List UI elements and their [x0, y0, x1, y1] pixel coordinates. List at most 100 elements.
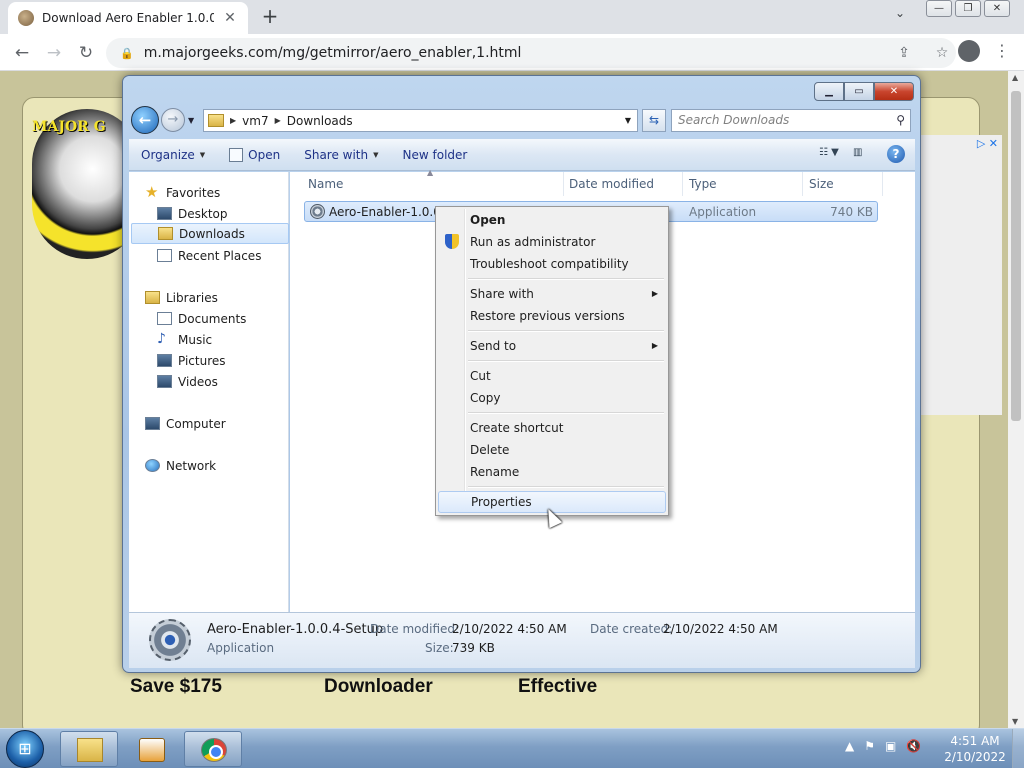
- address-bar[interactable]: 🔒 m.majorgeeks.com/mg/getmirror/aero_ena…: [106, 38, 956, 68]
- network-tray-icon[interactable]: ▣: [885, 739, 896, 753]
- scrollbar-thumb[interactable]: [1011, 91, 1021, 421]
- ad-choices-icon[interactable]: ▷ ✕: [977, 137, 998, 150]
- taskbar-chrome-button[interactable]: [184, 731, 242, 767]
- reload-icon[interactable]: ↻: [74, 41, 98, 65]
- tab-close-icon[interactable]: ✕: [222, 10, 238, 26]
- file-type: Application: [689, 205, 757, 219]
- share-with-button[interactable]: Share with ▼: [304, 148, 378, 162]
- nav-label: Libraries: [166, 290, 218, 305]
- menu-item-open[interactable]: Open: [438, 209, 666, 231]
- address-dropdown-icon[interactable]: ▼: [619, 116, 637, 125]
- details-file-type: Application: [207, 641, 275, 655]
- column-header-name[interactable]: Name: [302, 172, 564, 196]
- preview-pane-icon[interactable]: ▥: [853, 147, 875, 161]
- explorer-search-input[interactable]: Search Downloads ⚲: [671, 109, 911, 132]
- breadcrumb-separator-icon[interactable]: ▶: [275, 116, 281, 125]
- volume-muted-icon[interactable]: 🔇: [906, 739, 921, 753]
- scroll-down-icon[interactable]: ▼: [1012, 717, 1018, 726]
- details-pane: Aero-Enabler-1.0.0.4-Setup Application D…: [129, 612, 915, 668]
- taskbar-explorer-button[interactable]: [60, 731, 118, 767]
- column-header-date-modified[interactable]: Date modified: [563, 172, 683, 196]
- open-icon: [229, 147, 244, 162]
- show-hidden-icons-icon[interactable]: ▲: [845, 739, 854, 753]
- nav-label: Documents: [178, 311, 247, 326]
- breadcrumb-vm7[interactable]: vm7: [242, 114, 268, 128]
- minimize-button[interactable]: —: [926, 0, 952, 17]
- setup-file-large-icon: [149, 619, 191, 661]
- explorer-back-icon[interactable]: ←: [131, 106, 159, 134]
- menu-item-delete[interactable]: Delete: [438, 439, 666, 461]
- open-button[interactable]: Open: [229, 147, 280, 162]
- window-controls: — ❐ ✕: [926, 0, 1010, 17]
- promo-text[interactable]: Save $175: [130, 676, 222, 698]
- profile-avatar-icon[interactable]: [958, 40, 980, 62]
- show-desktop-button[interactable]: [1012, 729, 1024, 768]
- url-text[interactable]: m.majorgeeks.com/mg/getmirror/aero_enabl…: [144, 45, 880, 61]
- forward-arrow-icon[interactable]: →: [42, 41, 66, 65]
- explorer-folder-icon: [77, 738, 103, 762]
- chevron-down-icon: ▼: [199, 150, 206, 159]
- menu-separator: [468, 360, 664, 362]
- menu-item-send-to[interactable]: Send to ▶: [438, 335, 666, 357]
- lock-icon[interactable]: 🔒: [120, 47, 134, 60]
- share-icon[interactable]: ⇪: [890, 45, 918, 61]
- new-tab-button[interactable]: +: [258, 5, 282, 29]
- menu-item-label: Send to: [470, 339, 517, 353]
- menu-item-restore-previous-versions[interactable]: Restore previous versions: [438, 305, 666, 327]
- folder-icon: [208, 114, 224, 127]
- chevron-down-icon: ▼: [373, 150, 379, 159]
- tab-search-icon[interactable]: ⌄: [895, 6, 905, 20]
- nav-label: Pictures: [178, 353, 226, 368]
- explorer-address-bar[interactable]: ▶ vm7 ▶ Downloads ▼: [203, 109, 638, 132]
- menu-item-troubleshoot-compatibility[interactable]: Troubleshoot compatibility: [438, 253, 666, 275]
- maximize-button[interactable]: ❐: [955, 0, 981, 17]
- advertisement[interactable]: ▷ ✕: [920, 135, 1002, 415]
- breadcrumb-downloads[interactable]: Downloads: [287, 114, 353, 128]
- help-icon[interactable]: ?: [887, 145, 905, 163]
- explorer-maximize-button[interactable]: ▭: [844, 82, 874, 101]
- taskbar-media-player-button[interactable]: [122, 731, 180, 767]
- menu-item-run-as-administrator[interactable]: Run as administrator: [438, 231, 666, 253]
- promo-text[interactable]: Downloader: [324, 676, 433, 698]
- nav-favorites[interactable]: ★ Favorites: [145, 182, 303, 203]
- browser-toolbar: ← → ↻ 🔒 m.majorgeeks.com/mg/getmirror/ae…: [0, 34, 1024, 71]
- bookmark-star-icon[interactable]: ☆: [928, 45, 956, 61]
- back-arrow-icon[interactable]: ←: [10, 41, 34, 65]
- column-header-type[interactable]: Type: [683, 172, 803, 196]
- explorer-close-button[interactable]: ✕: [874, 82, 914, 101]
- share-with-label: Share with: [304, 147, 369, 162]
- system-clock[interactable]: 4:51 AM 2/10/2022: [940, 733, 1010, 765]
- column-header-size[interactable]: Size: [803, 172, 883, 196]
- explorer-minimize-button[interactable]: ▁: [814, 82, 844, 101]
- explorer-forward-icon[interactable]: →: [161, 108, 185, 132]
- explorer-refresh-icon[interactable]: ⇆: [642, 109, 666, 132]
- search-icon[interactable]: ⚲: [896, 113, 905, 127]
- page-scrollbar[interactable]: ▲ ▼: [1008, 71, 1024, 728]
- nav-network[interactable]: Network: [145, 455, 303, 476]
- menu-item-share-with[interactable]: Share with ▶: [438, 283, 666, 305]
- close-window-button[interactable]: ✕: [984, 0, 1010, 17]
- nav-libraries[interactable]: Libraries: [145, 287, 303, 308]
- start-button[interactable]: ⊞: [6, 730, 44, 768]
- scroll-up-icon[interactable]: ▲: [1012, 73, 1018, 82]
- menu-item-copy[interactable]: Copy: [438, 387, 666, 409]
- action-center-flag-icon[interactable]: ⚑: [864, 739, 875, 753]
- menu-item-create-shortcut[interactable]: Create shortcut: [438, 417, 666, 439]
- nav-computer[interactable]: Computer: [145, 413, 303, 434]
- menu-item-rename[interactable]: Rename: [438, 461, 666, 483]
- recent-places-icon: [157, 249, 172, 262]
- history-dropdown-icon[interactable]: ▼: [188, 116, 194, 125]
- menu-item-cut[interactable]: Cut: [438, 365, 666, 387]
- nav-label: Downloads: [179, 226, 245, 241]
- organize-button[interactable]: Organize ▼: [141, 148, 205, 162]
- promo-text[interactable]: Effective: [518, 676, 597, 698]
- change-view-icon[interactable]: ☷ ▼: [819, 147, 841, 161]
- browser-tab[interactable]: Download Aero Enabler 1.0.0.4 ✕: [8, 2, 248, 34]
- logo-text: MAJOR G: [32, 119, 106, 135]
- new-folder-button[interactable]: New folder: [403, 148, 468, 162]
- computer-icon: [145, 417, 160, 430]
- nav-downloads[interactable]: Downloads: [131, 223, 289, 244]
- chrome-menu-icon[interactable]: ⋮: [994, 41, 1010, 60]
- breadcrumb-separator-icon[interactable]: ▶: [230, 116, 236, 125]
- nav-label: Favorites: [166, 185, 221, 200]
